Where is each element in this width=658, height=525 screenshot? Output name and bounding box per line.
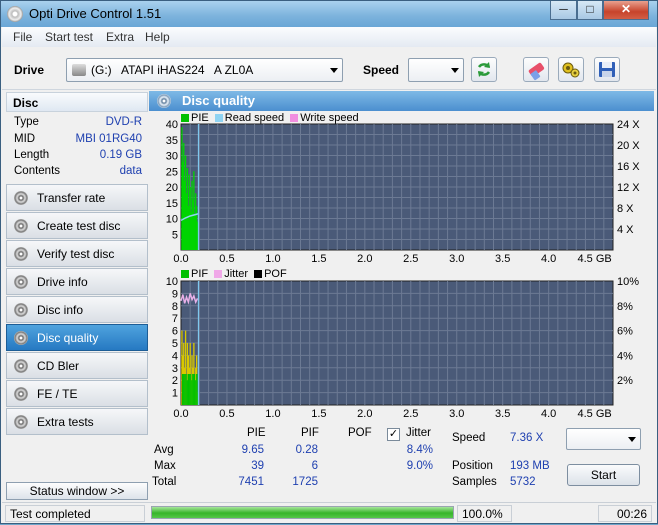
y-tick-label: 7: [172, 313, 178, 325]
progress-bar: [151, 506, 454, 519]
y2-tick-label: 6%: [617, 326, 633, 338]
samples-value: 5732: [510, 476, 536, 488]
stats-max-pie: 39: [251, 460, 264, 472]
x-tick-label: 2.0: [357, 253, 372, 265]
x-tick-label: 0.5: [219, 408, 234, 420]
stats-header-pof: POF: [348, 427, 372, 439]
stats-avg-jitter: 8.4%: [406, 444, 433, 456]
stats-max-pif: 6: [311, 460, 318, 472]
x-tick-label: 2.5: [403, 408, 418, 420]
x-tick-label: 2.5: [403, 253, 418, 265]
stats-max-jitter: 9.0%: [406, 460, 433, 472]
y2-tick-label: 4 X: [617, 224, 634, 236]
y-tick-label: 30: [166, 151, 178, 163]
y-tick-label: 2: [172, 375, 178, 387]
y-tick-label: 35: [166, 135, 178, 147]
speed-stat-label: Speed: [452, 432, 486, 444]
stats-total-label: Total: [152, 476, 177, 488]
x-tick-label: 1.0: [265, 253, 280, 265]
y2-tick-label: 12 X: [617, 182, 640, 194]
x-tick-label: 1.5: [311, 253, 326, 265]
x-tick-label: 4.0: [541, 408, 556, 420]
position-value: 193 MB: [510, 460, 550, 472]
y-tick-label: 15: [166, 198, 178, 210]
y-tick-label: 1: [172, 388, 178, 400]
progress-percent: 100.0%: [457, 505, 512, 522]
y2-tick-label: 4%: [617, 350, 633, 362]
y-tick-label: 25: [166, 166, 178, 178]
disc-quality-charts: 0.0 0.5 1.0 1.5 2.0 2.5 3.0 3.5 4.0 4.5 GB4035302…: [166, 119, 641, 420]
y-tick-label: 9: [172, 288, 178, 300]
y-tick-label: 10: [166, 214, 178, 226]
y-tick-label: 8: [172, 301, 178, 313]
y2-tick-label: 16 X: [617, 161, 640, 173]
y2-tick-label: 2%: [617, 375, 633, 387]
y2-tick-label: 8%: [617, 301, 633, 313]
y-tick-label: 4: [172, 350, 178, 362]
x-tick-label: 3.0: [449, 408, 464, 420]
x-tick-label: 2.0: [357, 408, 372, 420]
app-window: Opti Drive Control 1.51 ─ □ ✕ File Start…: [0, 0, 658, 524]
x-tick-label: 0.5: [219, 253, 234, 265]
x-tick-label: 0.0: [173, 253, 188, 265]
y2-tick-label: 10%: [617, 276, 639, 288]
y-tick-label: 3: [172, 363, 178, 375]
stats-avg-pie: 9.65: [241, 444, 264, 456]
start-button[interactable]: Start: [567, 464, 640, 486]
stats-total-pie: 7451: [238, 476, 264, 488]
stats-avg-label: Avg: [154, 444, 174, 456]
x-tick-label: 3.0: [449, 253, 464, 265]
stats-total-pif: 1725: [292, 476, 318, 488]
y-tick-label: 6: [172, 326, 178, 338]
y-tick-label: 5: [172, 229, 178, 241]
y-tick-label: 10: [166, 276, 178, 288]
y-tick-label: 20: [166, 182, 178, 194]
chevron-down-icon: [628, 437, 636, 442]
elapsed-time: 00:26: [598, 505, 652, 522]
status-text: Test completed: [5, 505, 145, 522]
samples-label: Samples: [452, 476, 497, 488]
stats-header-jitter: Jitter: [406, 427, 431, 439]
y-tick-label: 40: [166, 119, 178, 131]
x-tick-label: 4.0: [541, 253, 556, 265]
y2-tick-label: 8 X: [617, 203, 634, 215]
stats-header-pie: PIE: [247, 427, 266, 439]
x-tick-label: 3.5: [495, 253, 510, 265]
x-tick-label: 4.5 GB: [577, 253, 611, 265]
x-tick-label: 0.0: [173, 408, 188, 420]
x-tick-label: 3.5: [495, 408, 510, 420]
progress-fill: [152, 507, 453, 518]
jitter-checkbox[interactable]: ✓: [387, 428, 400, 441]
speed-stat-value: 7.36 X: [510, 432, 544, 444]
position-label: Position: [452, 460, 493, 472]
speed-stat-select[interactable]: [566, 428, 641, 450]
y-tick-label: 5: [172, 338, 178, 350]
y2-tick-label: 24 X: [617, 119, 640, 131]
y2-tick-label: 20 X: [617, 140, 640, 152]
stats-header-pif: PIF: [301, 427, 319, 439]
stats-avg-pif: 0.28: [295, 444, 318, 456]
x-tick-label: 1.5: [311, 408, 326, 420]
x-tick-label: 1.0: [265, 408, 280, 420]
stats-max-label: Max: [154, 460, 176, 472]
x-tick-label: 4.5 GB: [577, 408, 611, 420]
